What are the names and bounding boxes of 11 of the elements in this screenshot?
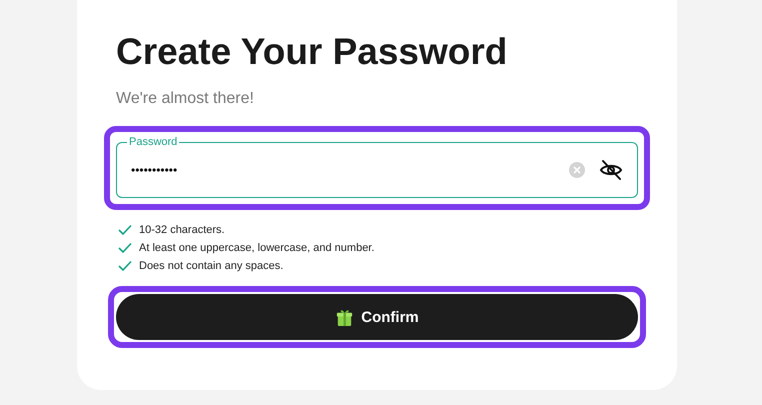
confirm-button[interactable]: Confirm xyxy=(116,294,638,340)
field-label: Password xyxy=(128,135,178,149)
requirement-text: Does not contain any spaces. xyxy=(139,260,284,272)
page-title: Create Your Password xyxy=(116,30,508,74)
eye-slash-icon[interactable] xyxy=(599,158,623,182)
subtitle: We're almost there! xyxy=(116,90,255,108)
requirement-text: At least one uppercase, lowercase, and number. xyxy=(139,242,374,254)
gift-icon xyxy=(335,308,354,326)
password-field[interactable]: Password ••••••••••• xyxy=(116,135,638,198)
requirement-text: 10-32 characters. xyxy=(139,224,225,236)
password-input[interactable]: ••••••••••• xyxy=(131,163,555,177)
